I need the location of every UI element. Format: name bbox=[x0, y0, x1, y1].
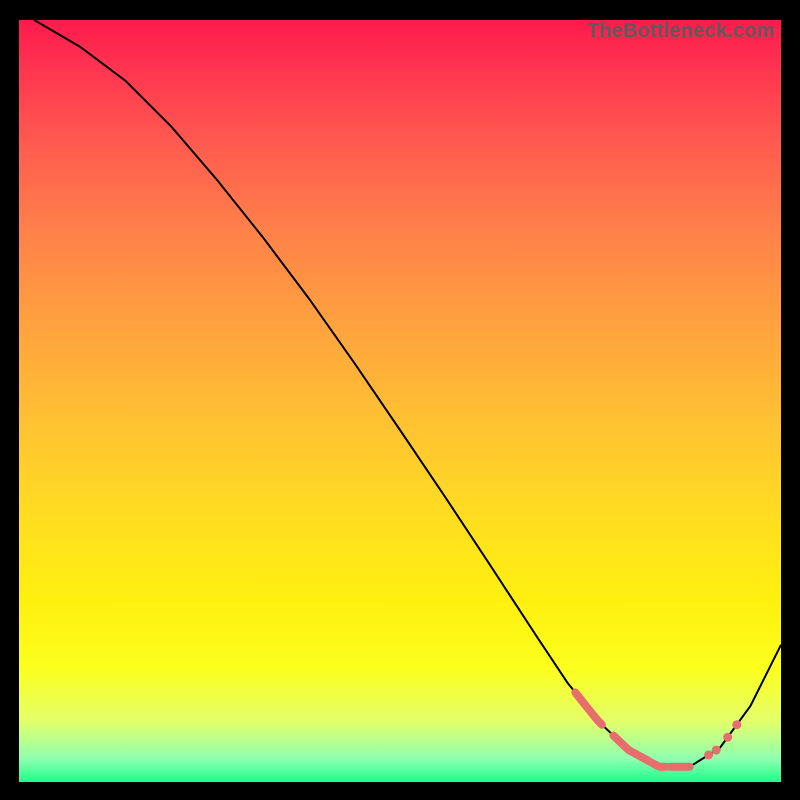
highlight-dot bbox=[732, 720, 741, 729]
highlight-dot bbox=[712, 746, 721, 755]
highlight-segment bbox=[613, 736, 632, 753]
highlight-segment bbox=[653, 763, 667, 766]
frame: TheBottleneck.com bbox=[0, 0, 800, 800]
bottleneck-curve bbox=[34, 20, 781, 767]
plot-area: TheBottleneck.com bbox=[19, 20, 781, 782]
chart-svg bbox=[19, 20, 781, 782]
highlight-group bbox=[575, 693, 741, 767]
highlight-segment bbox=[635, 753, 650, 761]
highlight-segment bbox=[575, 693, 602, 725]
highlight-dot bbox=[723, 733, 732, 742]
highlight-dot bbox=[704, 750, 713, 759]
